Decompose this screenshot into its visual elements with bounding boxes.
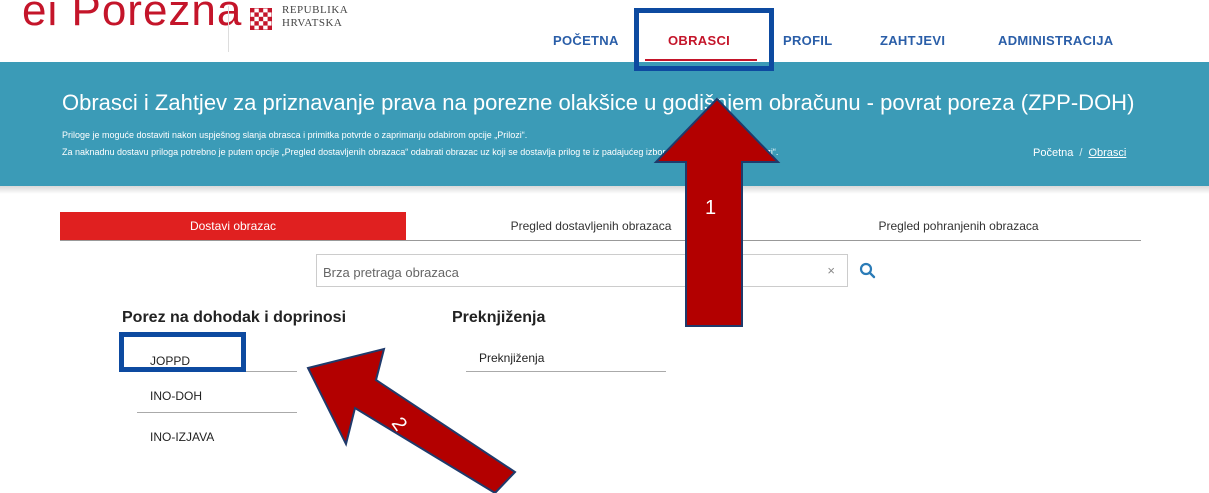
section-title-porez-na-dohodak: Porez na dohodak i doprinosi xyxy=(122,309,347,326)
attachments-note-1: Priloge je moguće dostaviti nakon uspješ… xyxy=(62,130,528,140)
highlight-box-joppd xyxy=(119,332,246,372)
tab-pregled-pohranjenih[interactable]: Pregled pohranjenih obrazaca xyxy=(776,212,1141,241)
page-header-banner xyxy=(0,62,1209,186)
breadcrumb-current[interactable]: Obrasci xyxy=(1088,147,1126,159)
annotation-step-1: 1 xyxy=(705,197,717,219)
highlight-box-obrasci xyxy=(634,8,774,71)
search-icon[interactable] xyxy=(858,261,878,281)
top-bar: ei Porezna REPUBLIKA HRVATSKA POČETNA OB… xyxy=(0,0,1209,62)
coat-of-arms-icon xyxy=(250,8,272,30)
country-line-1: REPUBLIKA xyxy=(282,4,349,16)
tab-dostavi-obrazac[interactable]: Dostavi obrazac xyxy=(60,212,406,241)
breadcrumb: Početna / Obrasci xyxy=(1033,147,1126,159)
list-divider xyxy=(137,412,297,413)
tabs-divider xyxy=(60,240,1141,241)
page-title: Obrasci i Zahtjev za priznavanje prava n… xyxy=(62,90,1135,115)
annotation-arrow-up xyxy=(653,97,781,327)
country-line-2: HRVATSKA xyxy=(282,17,343,29)
section-title-preknjizenja: Preknjiženja xyxy=(452,309,546,326)
breadcrumb-separator: / xyxy=(1079,147,1083,159)
breadcrumb-home[interactable]: Početna xyxy=(1033,147,1073,159)
nav-administracija[interactable]: ADMINISTRACIJA xyxy=(998,33,1113,48)
logo-divider xyxy=(228,6,229,52)
banner-shadow xyxy=(0,186,1209,194)
form-link-ino-izjava[interactable]: INO-IZJAVA xyxy=(150,430,214,444)
nav-profil[interactable]: PROFIL xyxy=(783,33,832,48)
clear-search-icon[interactable]: × xyxy=(827,263,835,278)
form-link-ino-doh[interactable]: INO-DOH xyxy=(150,389,202,403)
nav-zahtjevi[interactable]: ZAHTJEVI xyxy=(880,33,945,48)
logo[interactable]: ei Porezna xyxy=(22,0,242,36)
country-label: REPUBLIKA HRVATSKA xyxy=(282,4,348,30)
nav-pocetna[interactable]: POČETNA xyxy=(553,33,619,48)
